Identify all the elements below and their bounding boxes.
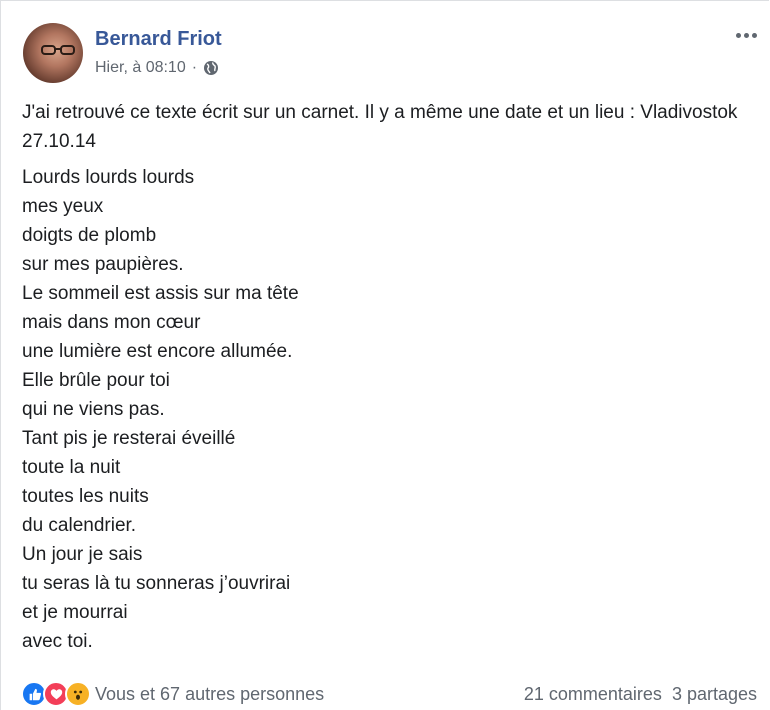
poem-line: Un jour je sais: [22, 544, 143, 565]
avatar-glasses-icon: [41, 45, 75, 55]
reaction-icons: [21, 681, 91, 707]
post-meta: Hier, à 08:10 ·: [95, 59, 219, 77]
poem-line: mais dans mon cœur: [22, 312, 201, 333]
post-intro-text: J'ai retrouvé ce texte écrit sur un carn…: [22, 102, 738, 152]
reactions-summary[interactable]: Vous et 67 autres personnes: [21, 681, 324, 707]
poem-line: Elle brûle pour toi: [22, 370, 170, 391]
poem-line: Tant pis je resterai éveillé: [22, 428, 236, 449]
poem-text: Lourds lourds lourds mes yeux doigts de …: [22, 163, 299, 656]
more-dot: [751, 32, 757, 38]
poem-line: sur mes paupières.: [22, 254, 184, 275]
poem-line: Le sommeil est assis sur ma tête: [22, 283, 299, 304]
comments-count-link[interactable]: 21 commentaires: [524, 684, 662, 705]
poem-line: doigts de plomb: [22, 225, 157, 246]
author-name-link[interactable]: Bernard Friot: [95, 28, 222, 51]
globe-icon[interactable]: [203, 60, 219, 76]
more-options-icon[interactable]: [731, 25, 761, 45]
wow-icon: [65, 681, 91, 707]
author-avatar[interactable]: [23, 23, 83, 83]
post-card: Bernard Friot Hier, à 08:10 · J'ai retro…: [0, 0, 769, 710]
poem-line: toute la nuit: [22, 457, 121, 478]
meta-separator: ·: [191, 59, 198, 76]
poem-line: Lourds lourds lourds: [22, 167, 195, 188]
poem-line: et je mourrai: [22, 602, 128, 623]
poem-line: tu seras là tu sonneras j’ouvrirai: [22, 573, 291, 594]
post-footer: Vous et 67 autres personnes 21 commentai…: [21, 681, 757, 707]
poem-line: une lumière est encore allumée.: [22, 341, 293, 362]
poem-line: toutes les nuits: [22, 486, 149, 507]
poem-line: avec toi.: [22, 631, 93, 652]
more-dot: [743, 32, 749, 38]
engagement-counts: 21 commentaires 3 partages: [524, 684, 757, 705]
reactions-text[interactable]: Vous et 67 autres personnes: [95, 684, 324, 705]
poem-line: mes yeux: [22, 196, 104, 217]
poem-line: qui ne viens pas.: [22, 399, 165, 420]
shares-count-link[interactable]: 3 partages: [672, 684, 757, 705]
post-timestamp[interactable]: Hier, à 08:10: [95, 59, 186, 77]
poem-line: du calendrier.: [22, 515, 137, 536]
more-dot: [735, 32, 741, 38]
